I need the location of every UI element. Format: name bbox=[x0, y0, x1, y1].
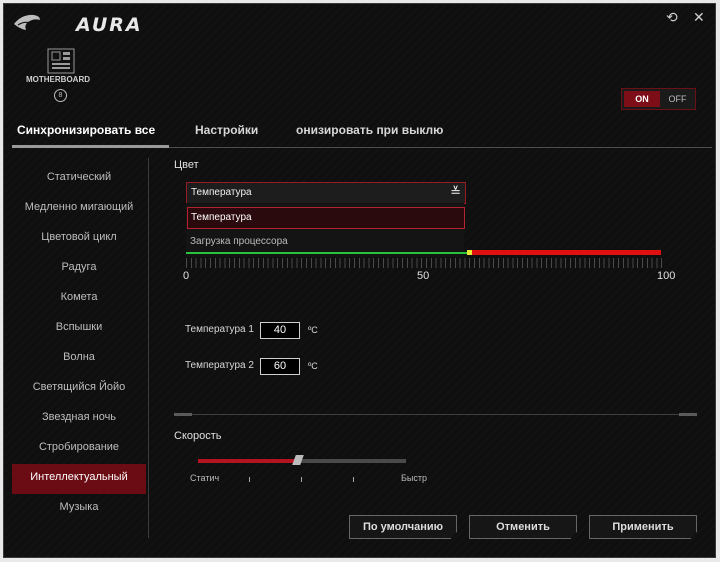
sidebar-divider bbox=[148, 158, 149, 538]
gauge-low-segment bbox=[186, 252, 468, 254]
tab-settings[interactable]: Настройки bbox=[195, 123, 258, 137]
apply-button[interactable]: Применить bbox=[589, 515, 697, 539]
option-label: Загрузка процессора bbox=[190, 236, 288, 247]
gauge-high-segment bbox=[472, 250, 661, 255]
sidebar-item-static[interactable]: Статический bbox=[12, 164, 146, 194]
dropdown-option-temperature[interactable]: Температура bbox=[187, 207, 465, 229]
temperature-2-input[interactable]: 60 bbox=[260, 358, 300, 375]
temperature-1-unit: ºC bbox=[308, 325, 318, 335]
default-button[interactable]: По умолчанию bbox=[349, 515, 457, 539]
sidebar-item-wave[interactable]: Волна bbox=[12, 344, 146, 374]
speed-slider-fill bbox=[198, 459, 298, 463]
dropdown-option-cpu-load[interactable]: Загрузка процессора bbox=[187, 232, 463, 252]
scale-label-100: 100 bbox=[657, 270, 676, 282]
sidebar-item-breathing[interactable]: Медленно мигающий bbox=[12, 194, 146, 224]
toggle-off-label: OFF bbox=[668, 94, 687, 104]
sidebar-item-music[interactable]: Музыка bbox=[12, 494, 146, 524]
select-value: Температура bbox=[191, 187, 252, 198]
app-title: AURA bbox=[76, 14, 143, 36]
speed-tick bbox=[249, 477, 250, 482]
tab-sync-all[interactable]: Синхронизировать все bbox=[17, 123, 155, 137]
tab-sync-on-shutdown[interactable]: онизировать при выклю bbox=[296, 123, 443, 137]
active-tab-indicator bbox=[12, 145, 169, 148]
color-mode-select[interactable]: Температура ≚ bbox=[186, 182, 466, 204]
cancel-button[interactable]: Отменить bbox=[469, 515, 577, 539]
temperature-1-input[interactable]: 40 bbox=[260, 322, 300, 339]
section-divider bbox=[174, 414, 697, 415]
effects-sidebar: Статический Медленно мигающий Цветовой ц… bbox=[12, 164, 146, 524]
speed-tick bbox=[353, 477, 354, 482]
scale-label-0: 0 bbox=[183, 270, 190, 282]
sidebar-item-color-cycle[interactable]: Цветовой цикл bbox=[12, 224, 146, 254]
speed-label: Скорость bbox=[174, 430, 222, 442]
sidebar-item-flash[interactable]: Вспышки bbox=[12, 314, 146, 344]
rog-logo-icon bbox=[14, 14, 40, 30]
toggle-on-label: ON bbox=[624, 91, 660, 107]
speed-min-label: Статич bbox=[190, 473, 220, 483]
sidebar-item-glowing-yoyo[interactable]: Светящийся Йойо bbox=[12, 374, 146, 404]
refresh-icon[interactable]: ⟲ bbox=[666, 9, 678, 26]
sidebar-item-strobing[interactable]: Стробирование bbox=[12, 434, 146, 464]
color-section-label: Цвет bbox=[174, 159, 199, 171]
option-label: Температура bbox=[191, 212, 252, 223]
close-icon[interactable]: ✕ bbox=[693, 9, 705, 26]
scale-label-50: 50 bbox=[417, 270, 430, 282]
sidebar-item-starry-night[interactable]: Звездная ночь bbox=[12, 404, 146, 434]
speed-tick bbox=[301, 477, 302, 482]
speed-max-label: Быстр bbox=[401, 473, 428, 483]
aura-window: AURA ⟲ ✕ MOTHERBOARD 8 ON OFF Синхронизи… bbox=[3, 3, 716, 558]
motherboard-icon[interactable] bbox=[44, 48, 78, 76]
power-toggle[interactable]: ON OFF bbox=[621, 88, 696, 110]
sidebar-item-rainbow[interactable]: Радуга bbox=[12, 254, 146, 284]
device-label: MOTHERBOARD bbox=[26, 75, 90, 84]
device-index-badge: 8 bbox=[54, 89, 67, 102]
divider-cap-left bbox=[174, 413, 192, 416]
temperature-2-label: Температура 2 bbox=[185, 360, 254, 371]
divider-cap-right bbox=[679, 413, 697, 416]
temperature-2-unit: ºC bbox=[308, 361, 318, 371]
chevron-down-icon: ≚ bbox=[450, 184, 461, 199]
temperature-1-label: Температура 1 bbox=[185, 324, 254, 335]
sidebar-item-comet[interactable]: Комета bbox=[12, 284, 146, 314]
color-mode-dropdown: Температура Загрузка процессора bbox=[186, 203, 465, 257]
gauge-ticks bbox=[186, 258, 666, 268]
sidebar-item-smart[interactable]: Интеллектуальный bbox=[12, 464, 146, 494]
